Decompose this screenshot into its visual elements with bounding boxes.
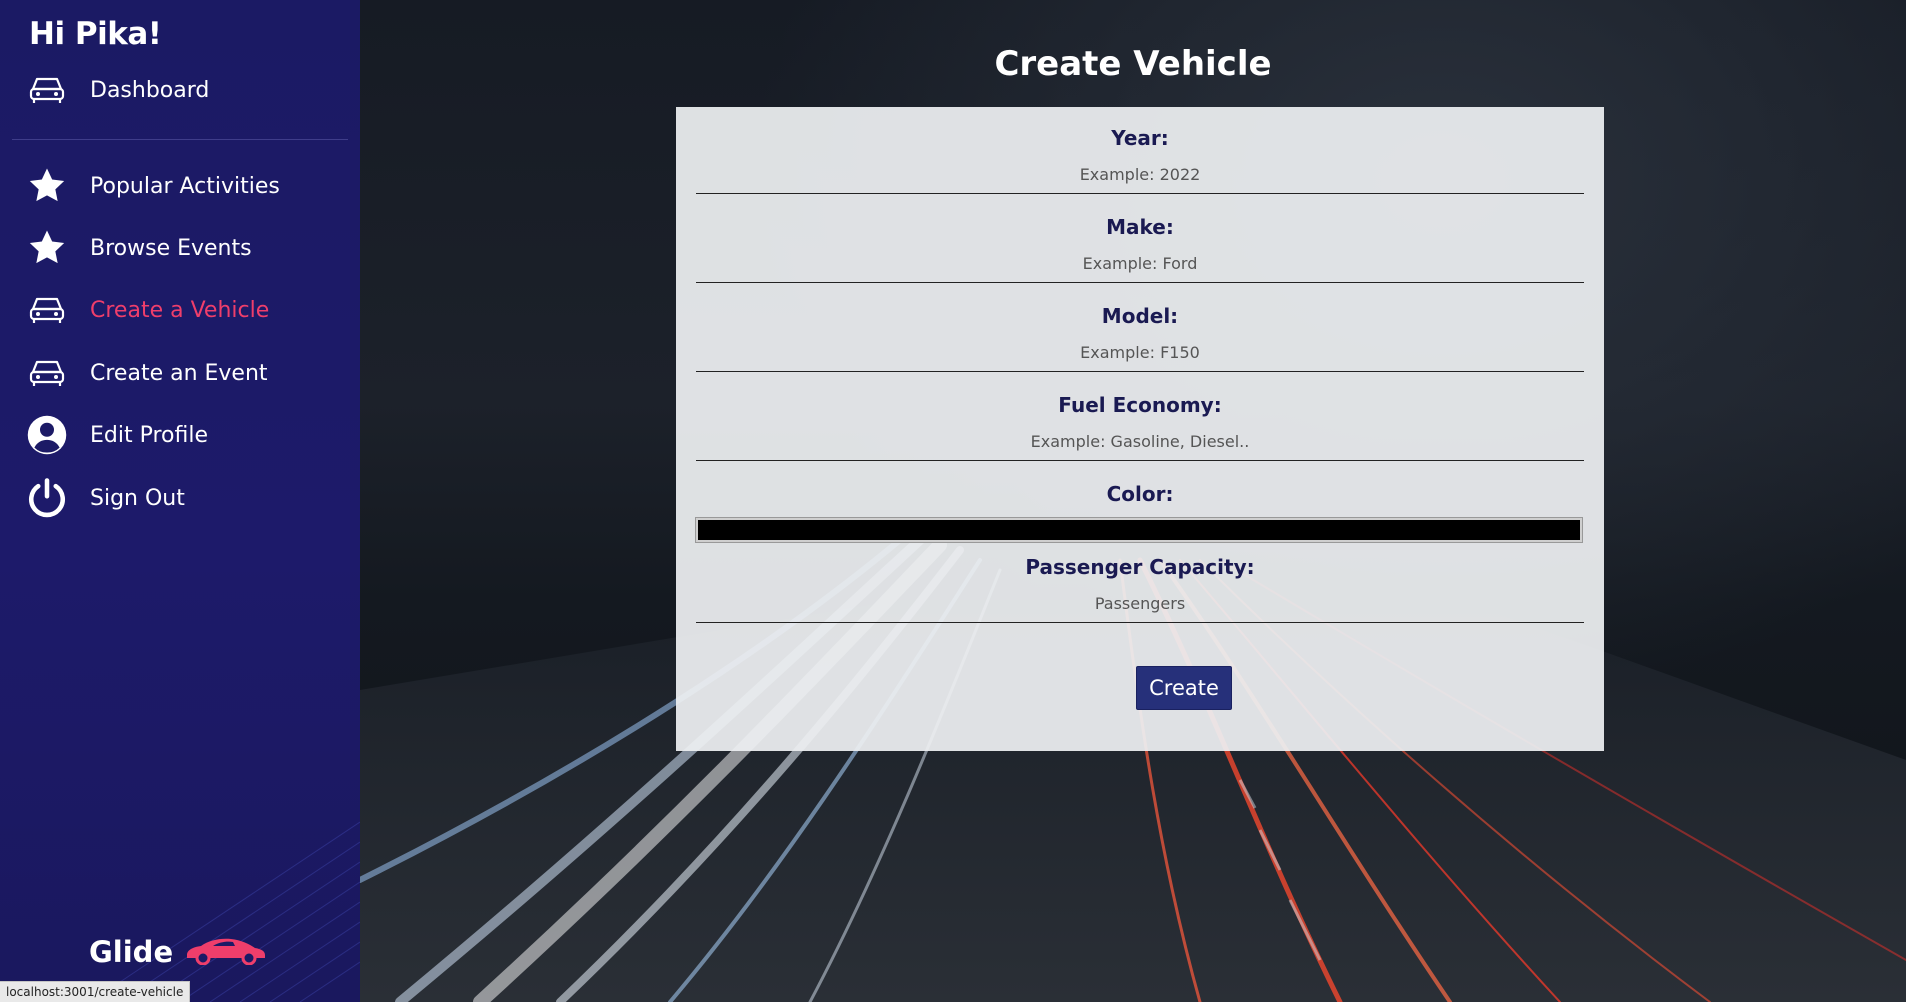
car-icon: [24, 67, 70, 113]
sidebar-item-label: Create a Vehicle: [90, 297, 270, 323]
year-label: Year:: [1111, 126, 1169, 150]
greeting: Hi Pika!: [29, 16, 162, 52]
sidebar-item-sign-out[interactable]: Sign Out: [24, 476, 185, 520]
car-icon: [24, 287, 70, 333]
sidebar-divider: [12, 139, 348, 140]
make-label: Make:: [1106, 215, 1174, 239]
sidebar-item-label: Sign Out: [90, 485, 185, 511]
sports-car-icon: [183, 935, 267, 969]
model-label: Model:: [1101, 304, 1179, 328]
sidebar-item-popular-activities[interactable]: Popular Activities: [24, 164, 280, 208]
power-icon: [24, 475, 70, 521]
main-content: Create Vehicle Year: Make: Model: Fuel E…: [360, 0, 1906, 1002]
passenger-capacity-field-group: Passenger Capacity:: [696, 555, 1584, 623]
make-input[interactable]: [696, 245, 1584, 283]
sidebar: Hi Pika! Dashboard Popular Activities Br…: [0, 0, 360, 1002]
status-bar-url: localhost:3001/create-vehicle: [0, 981, 191, 1002]
model-field-group: Model:: [696, 304, 1584, 372]
star-icon: [24, 225, 70, 271]
star-icon: [24, 163, 70, 209]
sidebar-item-create-event[interactable]: Create an Event: [24, 351, 268, 395]
page-title: Create Vehicle: [994, 44, 1272, 84]
brand-name: Glide: [89, 935, 174, 969]
model-input[interactable]: [696, 334, 1584, 372]
fuel-economy-input[interactable]: [696, 423, 1584, 461]
sidebar-item-label: Edit Profile: [90, 422, 209, 448]
color-picker[interactable]: [695, 517, 1583, 543]
color-label: Color:: [1106, 482, 1174, 506]
sidebar-item-label: Dashboard: [90, 77, 210, 103]
sidebar-item-label: Popular Activities: [90, 173, 280, 199]
passenger-capacity-input[interactable]: [696, 585, 1584, 623]
user-circle-icon: [24, 412, 70, 458]
sidebar-item-label: Browse Events: [90, 235, 252, 261]
color-field-group: Color:: [695, 482, 1584, 543]
sidebar-item-browse-events[interactable]: Browse Events: [24, 226, 252, 270]
year-input[interactable]: [696, 156, 1584, 194]
sidebar-item-create-vehicle[interactable]: Create a Vehicle: [24, 288, 269, 332]
year-field-group: Year:: [696, 126, 1584, 194]
sidebar-item-dashboard[interactable]: Dashboard: [24, 68, 209, 112]
fuel-economy-label: Fuel Economy:: [1058, 393, 1222, 417]
passenger-capacity-label: Passenger Capacity:: [1025, 555, 1255, 579]
car-icon: [24, 350, 70, 396]
create-button[interactable]: Create: [1136, 666, 1232, 710]
sidebar-item-label: Create an Event: [90, 360, 268, 386]
brand-logo[interactable]: Glide: [89, 935, 267, 969]
create-vehicle-form: Year: Make: Model: Fuel Economy: Color: …: [676, 107, 1604, 751]
sidebar-item-edit-profile[interactable]: Edit Profile: [24, 413, 208, 457]
make-field-group: Make:: [696, 215, 1584, 283]
fuel-economy-field-group: Fuel Economy:: [696, 393, 1584, 461]
